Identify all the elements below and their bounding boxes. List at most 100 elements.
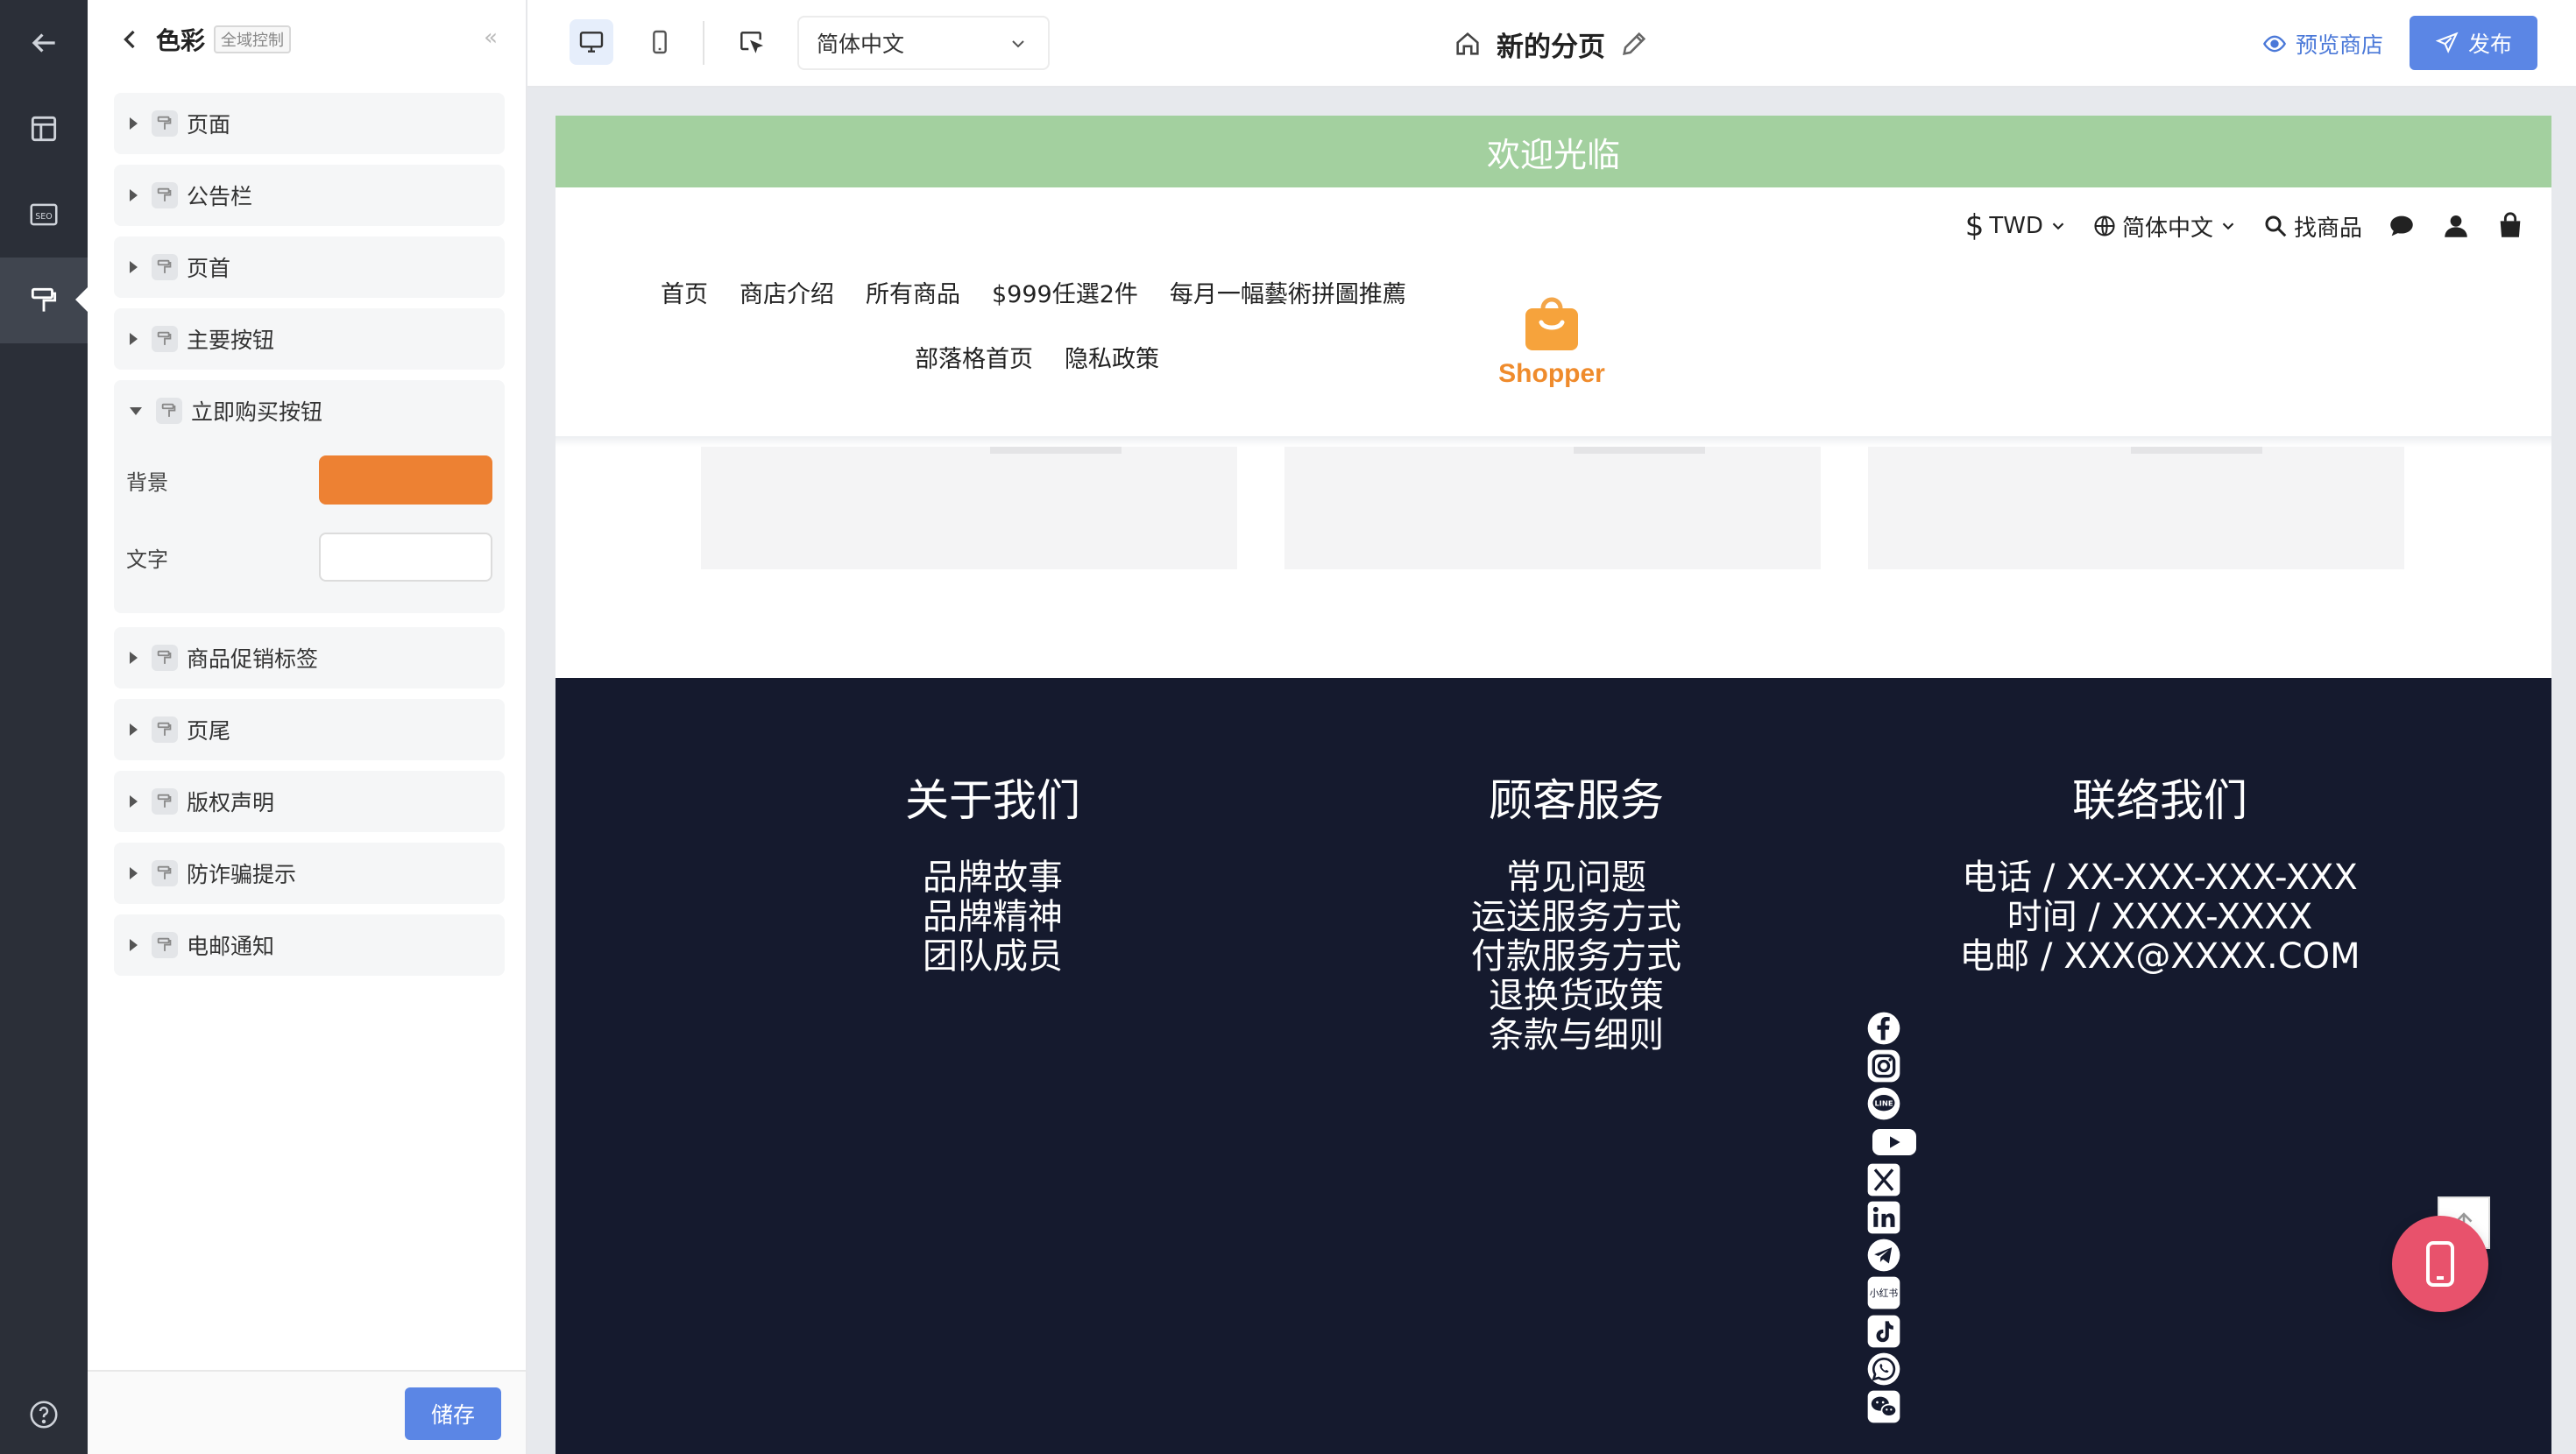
social-facebook[interactable] — [1866, 1011, 1901, 1046]
rail-theme-colors-button[interactable] — [0, 258, 89, 343]
cart-button[interactable] — [2495, 211, 2525, 241]
rail-layout-button[interactable] — [0, 86, 88, 172]
panel-header: 色彩 全域控制 « — [88, 0, 526, 79]
facebook-icon — [1867, 1012, 1900, 1045]
section-label: 电邮通知 — [187, 934, 275, 959]
nav-item-about[interactable]: 商店介绍 — [740, 275, 834, 309]
nav-item-home[interactable]: 首页 — [661, 275, 708, 309]
section-promo-tag[interactable]: 商品促销标签 — [114, 627, 505, 688]
section-footer[interactable]: 页尾 — [114, 699, 505, 760]
footer-contact-email: 电邮 / XXX@XXXX.COM — [1959, 936, 2360, 977]
search-label: 找商品 — [2293, 215, 2362, 242]
footer-about-column: 关于我们 品牌故事 品牌精神 团队成员 — [704, 766, 1282, 977]
product-card-placeholder[interactable] — [1284, 447, 1821, 569]
store-logo[interactable]: Shopper — [1486, 296, 1617, 389]
caret-right-icon — [130, 261, 138, 273]
publish-button[interactable]: 发布 — [2410, 16, 2537, 70]
field-label: 文字 — [126, 547, 168, 572]
paint-roller-icon — [152, 788, 178, 815]
section-label: 立即购买按钮 — [191, 399, 323, 425]
search-button[interactable]: 找商品 — [2262, 210, 2362, 243]
collapse-panel-button[interactable]: « — [484, 25, 498, 51]
preview-store-link[interactable]: 预览商店 — [2262, 21, 2383, 67]
help-button[interactable] — [0, 1372, 88, 1454]
section-label: 公告栏 — [187, 184, 253, 209]
nav-item-privacy[interactable]: 隐私政策 — [1065, 340, 1159, 374]
section-header[interactable]: 页首 — [114, 236, 505, 298]
chat-button[interactable] — [2387, 211, 2417, 241]
nav-item-monthly-puzzle[interactable]: 每月一幅藝術拼圖推薦 — [1170, 275, 1406, 309]
section-copyright[interactable]: 版权声明 — [114, 771, 505, 832]
section-announcement[interactable]: 公告栏 — [114, 165, 505, 226]
xiaohongshu-icon: 小红书 — [1867, 1276, 1900, 1309]
footer-link[interactable]: 条款与细则 — [1287, 1016, 1865, 1055]
footer-link[interactable]: 付款服务方式 — [1287, 937, 1865, 977]
footer-link[interactable]: 团队成员 — [704, 937, 1282, 977]
footer-link[interactable]: 常见问题 — [1287, 858, 1865, 898]
section-fraud-warning[interactable]: 防诈骗提示 — [114, 843, 505, 904]
section-page[interactable]: 页面 — [114, 93, 505, 154]
footer-contact-hours: 时间 / XXXX-XXXX — [2006, 897, 2313, 937]
section-label: 页尾 — [187, 718, 231, 744]
back-arrow-icon — [32, 33, 55, 53]
select-element-button[interactable] — [729, 19, 773, 65]
edit-pencil-icon[interactable] — [1619, 29, 1649, 59]
seo-icon: SEO — [30, 203, 58, 226]
section-label: 页面 — [187, 112, 231, 138]
social-linkedin[interactable] — [1866, 1200, 1901, 1235]
footer-contact-phone: 电话 / XX-XXX-XXX-XXX — [1962, 858, 2358, 898]
footer-link[interactable]: 运送服务方式 — [1287, 898, 1865, 937]
social-x[interactable] — [1866, 1162, 1901, 1197]
product-card-placeholder[interactable] — [1868, 447, 2404, 569]
section-label: 防诈骗提示 — [187, 862, 297, 887]
background-color-swatch[interactable] — [319, 455, 492, 505]
header-shadow — [556, 436, 2551, 447]
caret-right-icon — [130, 723, 138, 736]
nav-item-all-products[interactable]: 所有商品 — [866, 275, 960, 309]
social-youtube[interactable] — [1866, 1125, 1922, 1160]
text-color-swatch[interactable] — [319, 533, 492, 582]
footer-link[interactable]: 品牌精神 — [704, 898, 1282, 937]
back-button[interactable] — [0, 0, 88, 86]
product-card-placeholder[interactable] — [701, 447, 1237, 569]
social-xiaohongshu[interactable]: 小红书 — [1866, 1275, 1901, 1310]
chevron-left-icon[interactable] — [114, 24, 145, 55]
announcement-text: 欢迎光临 — [1486, 135, 1620, 174]
rail-seo-button[interactable]: SEO — [0, 172, 88, 258]
section-label: 页首 — [187, 256, 231, 281]
currency-switcher[interactable]: $ TWD — [1965, 208, 2068, 244]
social-wechat[interactable] — [1866, 1389, 1901, 1424]
save-button[interactable]: 储存 — [405, 1387, 501, 1440]
nav-item-promo[interactable]: $999任選2件 — [992, 275, 1138, 309]
social-telegram[interactable] — [1866, 1238, 1901, 1273]
caret-right-icon — [130, 333, 138, 345]
section-toggle[interactable]: 立即购买按钮 — [114, 380, 505, 441]
home-icon — [1456, 32, 1479, 55]
announcement-bar[interactable]: 欢迎光临 — [556, 116, 2551, 187]
footer-link[interactable]: 品牌故事 — [704, 858, 1282, 898]
nav-item-blog[interactable]: 部落格首页 — [915, 340, 1033, 374]
field-label: 背景 — [126, 469, 168, 495]
tiktok-icon — [1867, 1315, 1900, 1347]
main-nav-row-1: 首页 商店介绍 所有商品 $999任選2件 每月一幅藝術拼圖推薦 — [661, 275, 1406, 309]
social-instagram[interactable] — [1866, 1048, 1901, 1083]
section-email-notification[interactable]: 电邮通知 — [114, 914, 505, 976]
page-name: 新的分页 — [1497, 31, 1605, 63]
footer-link[interactable]: 退换货政策 — [1287, 977, 1865, 1016]
social-line[interactable]: LINE — [1866, 1086, 1901, 1121]
social-whatsapp[interactable] — [1866, 1352, 1901, 1387]
editor-toolbar: 简体中文 新的分页 预览商店 发布 — [527, 0, 2576, 88]
language-select[interactable]: 简体中文 — [797, 16, 1050, 70]
paint-roller-icon — [156, 398, 182, 424]
desktop-view-button[interactable] — [570, 19, 613, 65]
social-tiktok[interactable] — [1866, 1314, 1901, 1349]
account-button[interactable] — [2441, 211, 2471, 241]
scope-tag: 全域控制 — [214, 25, 292, 53]
section-label: 版权声明 — [187, 790, 275, 815]
eye-icon — [2262, 35, 2287, 53]
section-primary-button[interactable]: 主要按钮 — [114, 308, 505, 370]
mobile-preview-fab[interactable] — [2392, 1216, 2488, 1312]
language-switcher[interactable]: 简体中文 — [2092, 210, 2238, 243]
left-rail: SEO — [0, 0, 89, 1454]
mobile-view-button[interactable] — [638, 19, 682, 65]
